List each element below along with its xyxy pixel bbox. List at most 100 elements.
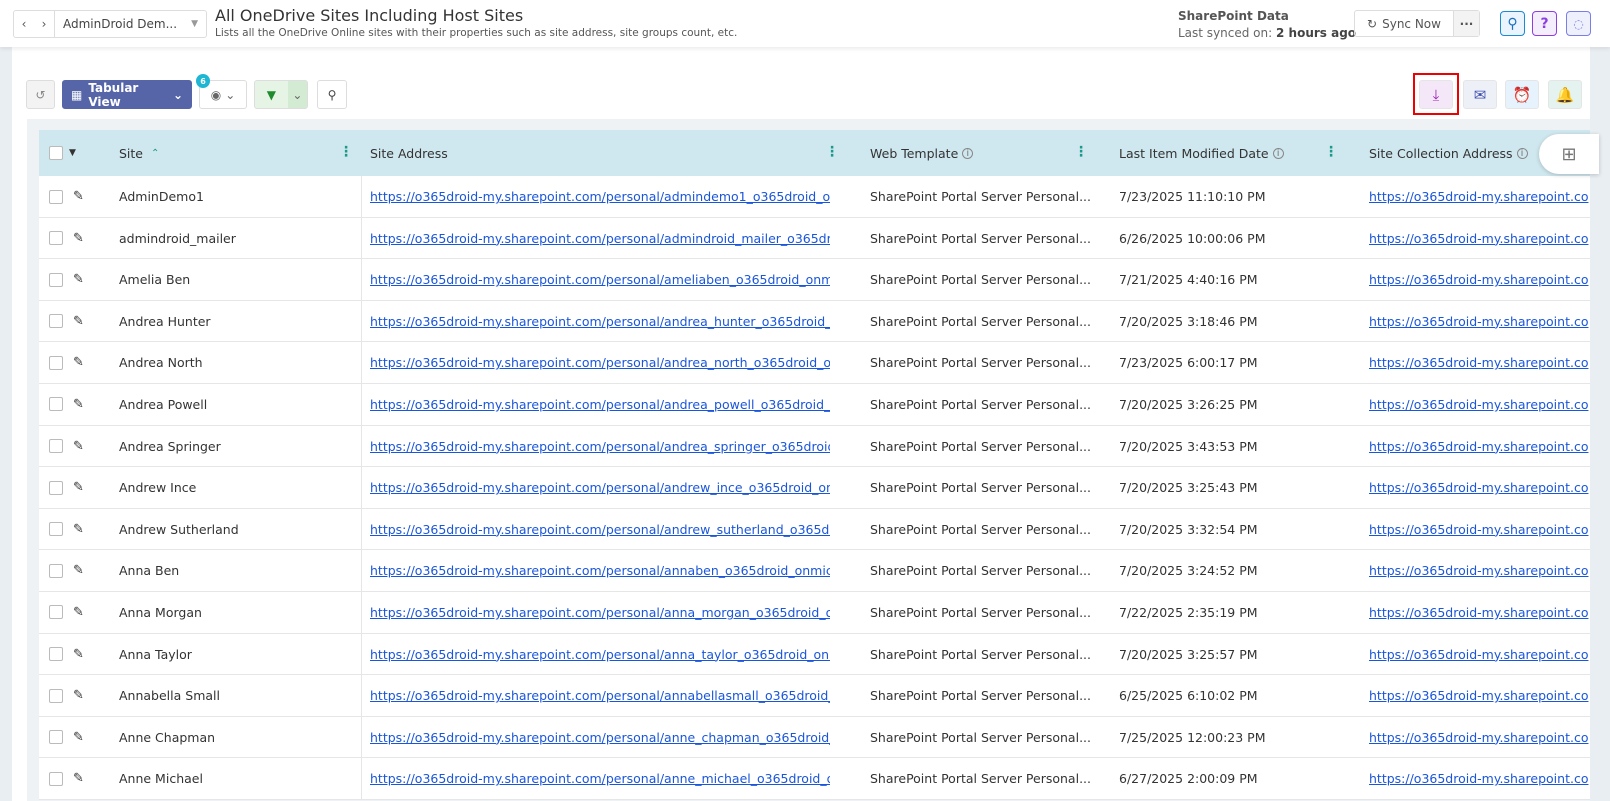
edit-icon[interactable]: ✎ [73,176,84,217]
edit-icon[interactable]: ✎ [73,342,84,383]
row-checkbox[interactable] [49,647,63,662]
site-address-link[interactable]: https://o365droid-my.sharepoint.com/pers… [370,509,830,550]
site-collection-link[interactable]: https://o365droid-my.sharepoint.co [1369,675,1590,716]
edit-icon[interactable]: ✎ [73,634,84,675]
site-address-link[interactable]: https://o365droid-my.sharepoint.com/pers… [370,758,830,799]
site-address-link[interactable]: https://o365droid-my.sharepoint.com/pers… [370,259,830,300]
column-last-modified[interactable]: Last Item Modified Date i [1119,130,1284,176]
row-checkbox[interactable] [49,397,63,412]
column-web-template[interactable]: Web Template i [870,130,974,176]
row-checkbox[interactable] [49,231,63,246]
site-collection-link[interactable]: https://o365droid-my.sharepoint.co [1369,342,1590,383]
more-options-button[interactable]: ··· [1453,11,1479,36]
site-collection-link[interactable]: https://o365droid-my.sharepoint.co [1369,467,1590,508]
sync-now-button[interactable]: ↻ Sync Now [1355,11,1453,36]
edit-icon[interactable]: ✎ [73,218,84,259]
site-address-link[interactable]: https://o365droid-my.sharepoint.com/pers… [370,717,830,758]
site-address-link[interactable]: https://o365droid-my.sharepoint.com/pers… [370,342,830,383]
alert-button[interactable]: 🔔 [1548,80,1582,109]
data-source: SharePoint Data [1178,9,1289,23]
edit-icon[interactable]: ✎ [73,509,84,550]
column-settings-button[interactable]: ⊞ [1539,134,1599,174]
site-collection-link[interactable]: https://o365droid-my.sharepoint.co [1369,592,1590,633]
reset-button[interactable]: ↺ [26,80,55,109]
edit-icon[interactable]: ✎ [73,592,84,633]
email-button[interactable]: ✉ [1463,80,1497,109]
schedule-button[interactable]: ⏰ [1505,80,1539,109]
row-checkbox[interactable] [49,355,63,370]
last-modified-date: 7/20/2025 3:18:46 PM [1119,313,1258,329]
site-address-link[interactable]: https://o365droid-my.sharepoint.com/pers… [370,467,830,508]
edit-icon[interactable]: ✎ [73,259,84,300]
column-menu-icon[interactable]: ⋮ [339,145,353,159]
last-synced: Last synced on: 2 hours ago [1178,26,1356,40]
edit-icon[interactable]: ✎ [73,550,84,591]
site-address-link[interactable]: https://o365droid-my.sharepoint.com/pers… [370,426,830,467]
select-all-checkbox[interactable] [49,146,63,160]
edit-icon[interactable]: ✎ [73,467,84,508]
row-checkbox[interactable] [49,439,63,454]
row-checkbox[interactable] [49,730,63,745]
row-checkbox[interactable] [49,522,63,537]
help-button[interactable]: ? [1532,11,1557,36]
column-menu-icon[interactable]: ⋮ [1074,145,1088,159]
column-label: Site Address [370,145,448,161]
site-collection-link[interactable]: https://o365droid-my.sharepoint.co [1369,509,1590,550]
edit-icon[interactable]: ✎ [73,426,84,467]
last-modified-date: 7/20/2025 3:26:25 PM [1119,396,1258,412]
site-address-link[interactable]: https://o365droid-my.sharepoint.com/pers… [370,384,830,425]
site-collection-link[interactable]: https://o365droid-my.sharepoint.co [1369,758,1590,799]
last-modified-date: 6/25/2025 6:10:02 PM [1119,688,1258,704]
forward-button[interactable]: › [34,17,54,31]
info-icon: i [1516,147,1528,159]
site-collection-link[interactable]: https://o365droid-my.sharepoint.co [1369,634,1590,675]
site-address-link[interactable]: https://o365droid-my.sharepoint.com/pers… [370,592,830,633]
column-site-address[interactable]: Site Address [370,130,448,176]
edit-icon[interactable]: ✎ [73,301,84,342]
row-checkbox[interactable] [49,314,63,329]
row-checkbox[interactable] [49,272,63,287]
site-collection-link[interactable]: https://o365droid-my.sharepoint.co [1369,259,1590,300]
back-button[interactable]: ‹ [14,17,34,31]
site-address-link[interactable]: https://o365droid-my.sharepoint.com/pers… [370,176,830,217]
site-address-link[interactable]: https://o365droid-my.sharepoint.com/pers… [370,634,830,675]
data-table: ▼ Site ⌃ ⋮ Site Address ⋮ Web Template i ⋮… [27,119,1590,801]
search-button[interactable]: ⚲ [1500,11,1525,36]
view-selector[interactable]: ▦ Tabular View ⌄ [62,80,192,109]
status-button[interactable]: ◌ [1566,11,1591,36]
site-address-link[interactable]: https://o365droid-my.sharepoint.com/pers… [370,550,830,591]
row-checkbox[interactable] [49,480,63,495]
site-address-link[interactable]: https://o365droid-my.sharepoint.com/pers… [370,218,830,259]
column-menu-icon[interactable]: ⋮ [825,145,839,159]
site-address-link[interactable]: https://o365droid-my.sharepoint.com/pers… [370,301,830,342]
sync-now-group: ↻ Sync Now ··· [1354,10,1480,37]
row-checkbox[interactable] [49,563,63,578]
info-icon: i [962,147,974,159]
edit-icon[interactable]: ✎ [73,384,84,425]
edit-icon[interactable]: ✎ [73,758,84,799]
column-menu-icon[interactable]: ⋮ [1324,145,1338,159]
row-checkbox[interactable] [49,688,63,703]
site-collection-link[interactable]: https://o365droid-my.sharepoint.co [1369,717,1590,758]
row-checkbox[interactable] [49,189,63,204]
search-table-button[interactable]: ⚲ [317,80,347,109]
row-checkbox[interactable] [49,771,63,786]
site-collection-link[interactable]: https://o365droid-my.sharepoint.co [1369,218,1590,259]
org-selector[interactable]: AdminDroid Dem... ▼ [54,11,206,37]
table-row: ✎ Annabella Small https://o365droid-my.s… [39,675,1590,717]
site-collection-link[interactable]: https://o365droid-my.sharepoint.co [1369,301,1590,342]
site-collection-link[interactable]: https://o365droid-my.sharepoint.co [1369,176,1590,217]
column-site-collection-address[interactable]: Site Collection Address i [1369,130,1528,176]
row-checkbox[interactable] [49,605,63,620]
filter-button[interactable]: ▼ ⌄ [254,80,308,109]
edit-icon[interactable]: ✎ [73,717,84,758]
column-divider [361,591,362,633]
edit-icon[interactable]: ✎ [73,675,84,716]
last-modified-date: 7/20/2025 3:25:57 PM [1119,646,1258,662]
site-collection-link[interactable]: https://o365droid-my.sharepoint.co [1369,384,1590,425]
caret-down-icon[interactable]: ▼ [69,148,76,158]
site-address-link[interactable]: https://o365droid-my.sharepoint.com/pers… [370,675,830,716]
site-collection-link[interactable]: https://o365droid-my.sharepoint.co [1369,426,1590,467]
column-site[interactable]: Site ⌃ [119,130,159,176]
site-collection-link[interactable]: https://o365droid-my.sharepoint.co [1369,550,1590,591]
